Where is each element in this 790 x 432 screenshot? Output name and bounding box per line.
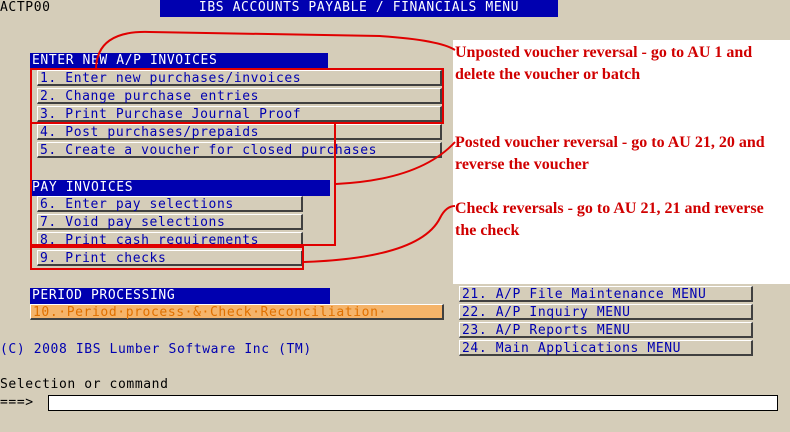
command-prompt: ===>	[0, 395, 34, 410]
menu-item-10[interactable]: 10.·Period·process·&·Check·Reconciliatio…	[30, 304, 444, 320]
program-id: ACTP00	[0, 0, 51, 15]
annotation-posted: Posted voucher reversal - go to AU 21, 2…	[455, 134, 765, 173]
command-input[interactable]	[48, 395, 778, 411]
highlight-box-items-4-8	[30, 122, 336, 246]
annotation-unposted: Unposted voucher reversal - go to AU 1 a…	[455, 44, 753, 83]
menu-item-24[interactable]: 24. Main Applications MENU	[459, 340, 753, 356]
highlight-box-item-9	[30, 246, 304, 270]
menu-item-21[interactable]: 21. A/P File Maintenance MENU	[459, 286, 753, 302]
highlight-box-items-1-3	[30, 68, 444, 124]
menu-item-22[interactable]: 22. A/P Inquiry MENU	[459, 304, 753, 320]
menu-item-23[interactable]: 23. A/P Reports MENU	[459, 322, 753, 338]
annotation-check: Check reversals - go to AU 21, 21 and re…	[455, 200, 764, 239]
selection-label: Selection or command	[0, 377, 169, 392]
copyright-notice: (C) 2008 IBS Lumber Software Inc (TM)	[0, 342, 312, 357]
section-enter-invoices: ENTER NEW A/P INVOICES	[30, 53, 328, 69]
annotation-panel: Unposted voucher reversal - go to AU 1 a…	[453, 40, 790, 284]
menu-title: IBS ACCOUNTS PAYABLE / FINANCIALS MENU	[160, 0, 558, 17]
section-period-processing: PERIOD PROCESSING	[30, 288, 330, 304]
